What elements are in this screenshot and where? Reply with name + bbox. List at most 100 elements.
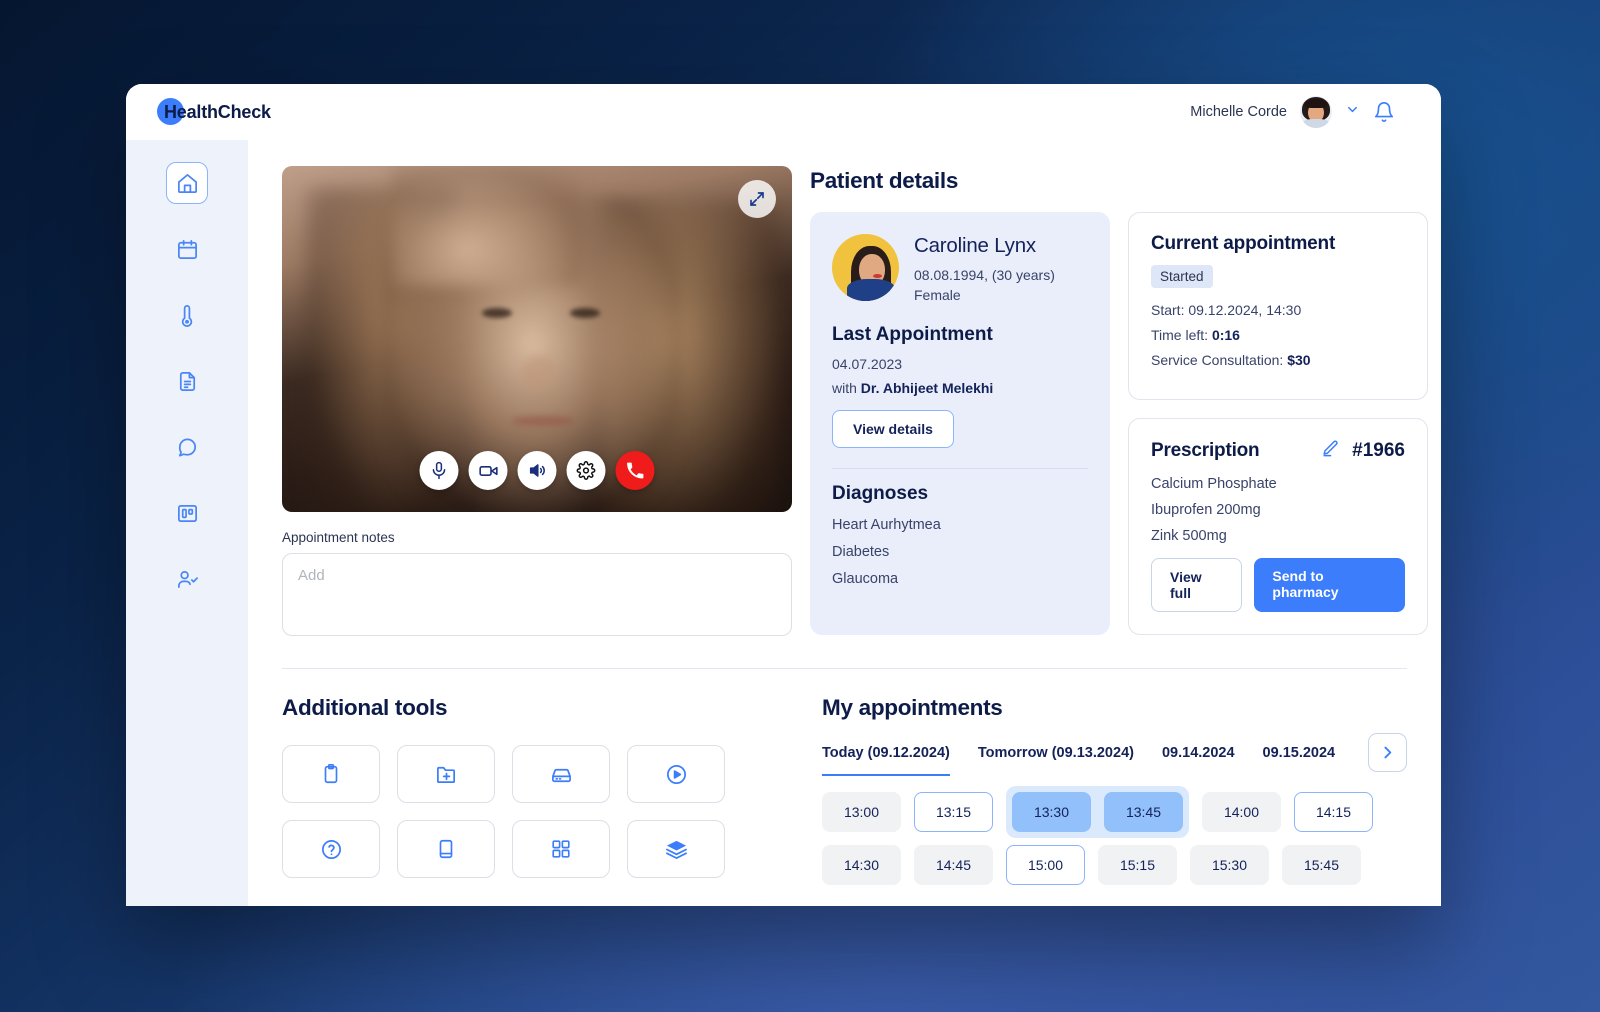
time-slot[interactable]: 13:00	[822, 792, 901, 832]
expand-icon[interactable]	[738, 180, 776, 218]
page-title: Patient details	[810, 168, 959, 193]
appointment-date-tabs: Today (09.12.2024) Tomorrow (09.13.2024)…	[822, 733, 1407, 776]
speaker-icon[interactable]	[517, 451, 557, 490]
prescription-item: Ibuprofen 200mg	[1151, 502, 1261, 518]
video-column: Appointment notes Add	[282, 166, 792, 636]
prescription-card: Prescription #1966 Calcium Phosphate Ibu…	[1128, 418, 1428, 635]
service-price: $30	[1287, 352, 1311, 368]
sidebar	[126, 140, 248, 906]
prescription-actions: View full Send to pharmacy	[1151, 558, 1405, 612]
patient-card: Caroline Lynx 08.08.1994, (30 years) Fem…	[810, 212, 1110, 635]
appointment-service: Service Consultation: $30	[1151, 352, 1311, 368]
time-slot-rows: 13:00 13:15 13:30 13:45 14:00 14:15 14:3…	[822, 786, 1407, 885]
layers-icon[interactable]	[627, 820, 725, 878]
time-slot[interactable]: 15:45	[1282, 845, 1361, 885]
details-cards: Caroline Lynx 08.08.1994, (30 years) Fem…	[810, 212, 1428, 635]
time-slot[interactable]: 14:00	[1202, 792, 1281, 832]
time-left-value: 0:16	[1211, 327, 1240, 343]
tab-today[interactable]: Today (09.12.2024)	[822, 745, 950, 776]
time-slot[interactable]: 15:15	[1098, 845, 1177, 885]
user-name: Michelle Corde	[1190, 104, 1287, 120]
diagnoses-title: Diagnoses	[832, 482, 929, 504]
bottom-section: Additional tools My appointments Today (…	[282, 669, 1407, 898]
divider	[832, 467, 1088, 469]
pencil-icon[interactable]	[1321, 439, 1340, 463]
time-slot[interactable]: 15:00	[1006, 845, 1085, 885]
prescription-number: #1966	[1352, 440, 1405, 461]
time-slot[interactable]: 15:30	[1190, 845, 1269, 885]
my-appointments-title: My appointments	[822, 695, 1003, 720]
my-appointments: My appointments Today (09.12.2024) Tomor…	[822, 695, 1407, 898]
top-section: Appointment notes Add Patient details Ca…	[282, 166, 1428, 636]
tab-tomorrow[interactable]: Tomorrow (09.13.2024)	[978, 745, 1134, 776]
video-call-feed[interactable]	[282, 166, 792, 512]
bell-icon[interactable]	[1373, 101, 1395, 123]
tab-date-4[interactable]: 09.15.2024	[1263, 745, 1336, 776]
with-prefix: with	[832, 379, 861, 396]
call-controls	[419, 451, 655, 490]
diagnosis-item: Heart Aurhytmea	[832, 516, 941, 533]
main-content: Appointment notes Add Patient details Ca…	[248, 140, 1441, 906]
time-slot[interactable]: 14:45	[914, 845, 993, 885]
question-circle-icon[interactable]	[282, 820, 380, 878]
sidebar-item-thermometer[interactable]	[166, 294, 208, 336]
avatar[interactable]	[1300, 96, 1332, 128]
prescription-title: Prescription	[1151, 440, 1260, 461]
microphone-icon[interactable]	[419, 451, 459, 490]
book-icon[interactable]	[397, 820, 495, 878]
time-slot[interactable]: 14:30	[822, 845, 901, 885]
time-slot[interactable]: 13:45	[1104, 792, 1183, 832]
appointment-notes-input[interactable]: Add	[282, 553, 792, 636]
camera-icon[interactable]	[468, 451, 508, 490]
patient-info: Caroline Lynx 08.08.1994, (30 years) Fem…	[914, 234, 1055, 306]
clipboard-icon[interactable]	[282, 745, 380, 803]
patient-details-column: Patient details Caroline Lynx 08.08.1994…	[810, 166, 1428, 636]
last-appointment-doctor: with Dr. Abhijeet Melekhi	[832, 380, 1088, 396]
play-circle-icon[interactable]	[627, 745, 725, 803]
end-call-icon[interactable]	[615, 451, 655, 490]
app-logo[interactable]: HealthCheck	[157, 97, 271, 127]
sidebar-item-calendar[interactable]	[166, 228, 208, 270]
prescription-header: Prescription #1966	[1151, 439, 1405, 463]
time-slot-row: 14:30 14:45 15:00 15:15 15:30 15:45	[822, 845, 1407, 885]
patient-header: Caroline Lynx 08.08.1994, (30 years) Fem…	[832, 234, 1088, 306]
view-details-button[interactable]: View details	[832, 409, 954, 448]
appointment-notes-label: Appointment notes	[282, 530, 395, 545]
view-full-button[interactable]: View full	[1151, 558, 1243, 612]
prescription-header-right: #1966	[1321, 439, 1405, 463]
last-appointment-title: Last Appointment	[832, 323, 993, 345]
appointment-time-left: Time left: 0:16	[1151, 327, 1240, 343]
sidebar-item-home[interactable]	[166, 162, 208, 204]
additional-tools: Additional tools	[282, 695, 725, 898]
additional-tools-title: Additional tools	[282, 695, 448, 720]
app-window: HealthCheck Michelle Corde Appointment n…	[126, 84, 1441, 906]
last-appointment-date: 04.07.2023	[832, 355, 903, 372]
folder-plus-icon[interactable]	[397, 745, 495, 803]
sidebar-item-board[interactable]	[166, 492, 208, 534]
patient-avatar	[832, 234, 899, 301]
logo-text: HealthCheck	[164, 101, 271, 122]
selected-slot-group: 13:30 13:45	[1006, 786, 1189, 838]
prescription-item: Calcium Phosphate	[1151, 476, 1277, 492]
time-slot[interactable]: 13:30	[1012, 792, 1091, 832]
time-slot[interactable]: 13:15	[914, 792, 993, 832]
server-icon[interactable]	[512, 745, 610, 803]
chevron-right-icon[interactable]	[1368, 733, 1407, 772]
patient-dob: 08.08.1994, (30 years)	[914, 267, 1055, 283]
top-header: HealthCheck Michelle Corde	[126, 84, 1441, 140]
doctor-name: Dr. Abhijeet Melekhi	[860, 379, 994, 396]
diagnosis-item: Glaucoma	[832, 570, 899, 587]
send-to-pharmacy-button[interactable]: Send to pharmacy	[1254, 558, 1405, 612]
chevron-down-icon[interactable]	[1345, 102, 1360, 122]
time-slot[interactable]: 14:15	[1294, 792, 1373, 832]
settings-gear-icon[interactable]	[566, 451, 606, 490]
diagnosis-item: Diabetes	[832, 543, 890, 560]
patient-name: Caroline Lynx	[914, 234, 1036, 257]
sidebar-item-chat[interactable]	[166, 426, 208, 468]
sidebar-item-user-check[interactable]	[166, 558, 208, 600]
tab-date-3[interactable]: 09.14.2024	[1162, 745, 1235, 776]
side-cards: Current appointment Started Start: 09.12…	[1128, 212, 1428, 635]
current-appointment-card: Current appointment Started Start: 09.12…	[1128, 212, 1428, 400]
grid-icon[interactable]	[512, 820, 610, 878]
sidebar-item-document[interactable]	[166, 360, 208, 402]
